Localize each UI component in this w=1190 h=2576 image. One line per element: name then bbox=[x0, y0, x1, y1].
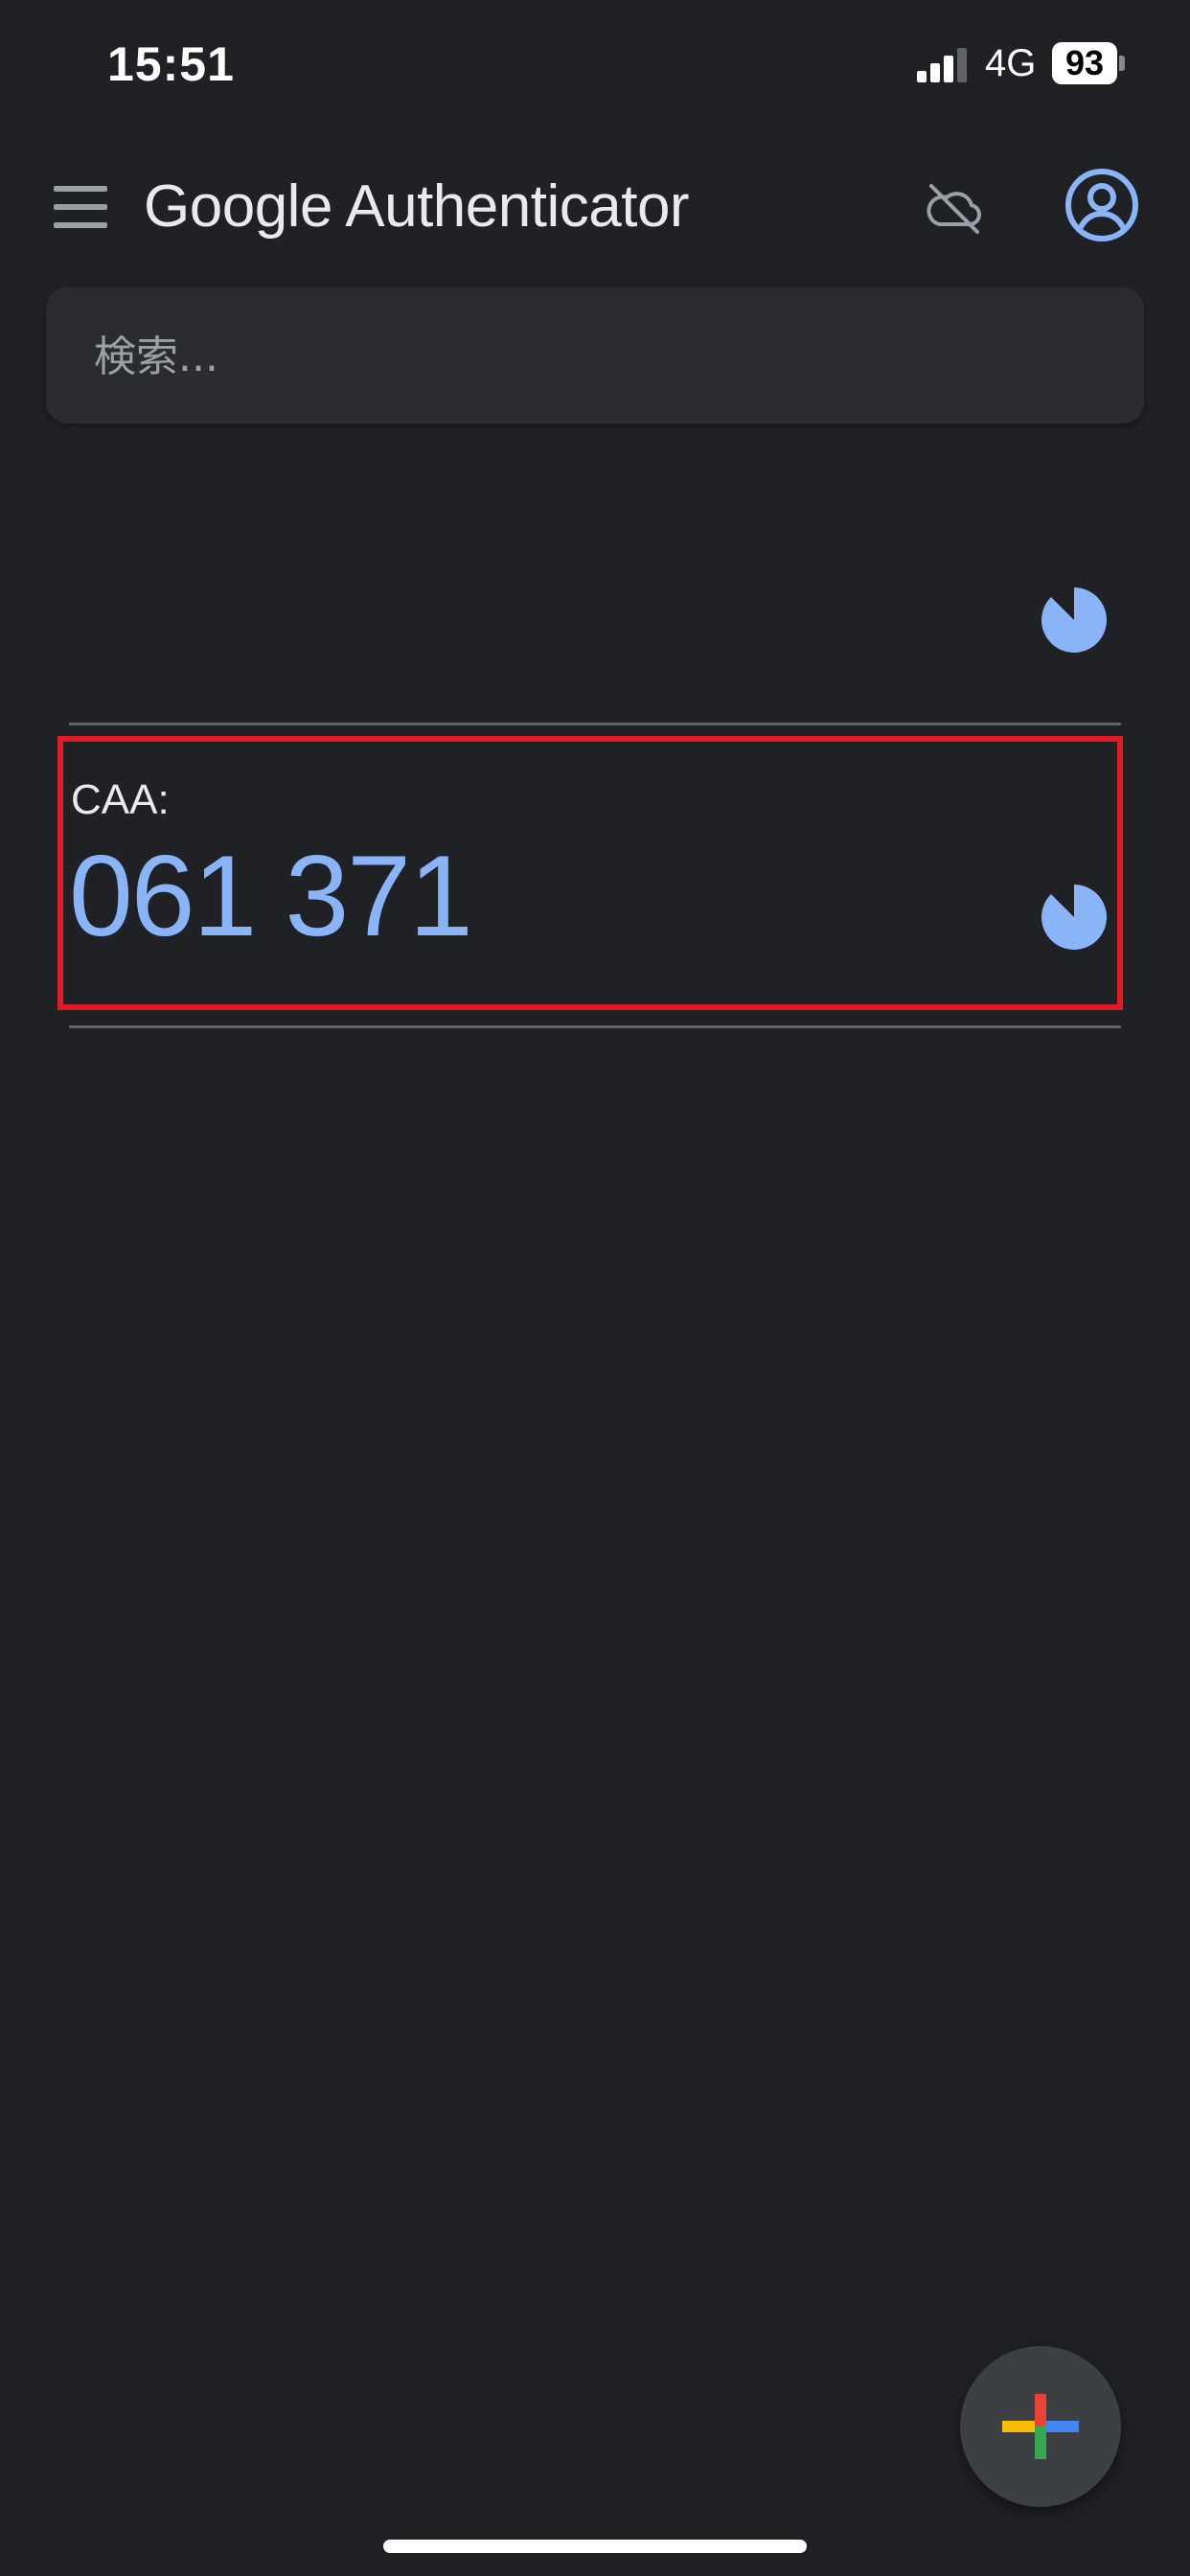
menu-icon[interactable] bbox=[54, 186, 107, 228]
countdown-timer-icon bbox=[1041, 885, 1108, 950]
account-entry[interactable]: CAA: 061 371 bbox=[69, 738, 1123, 1016]
status-bar: 15:51 4G 93 bbox=[0, 0, 1190, 134]
status-time: 15:51 bbox=[107, 37, 235, 91]
signal-icon bbox=[917, 48, 967, 82]
battery-icon: 93 bbox=[1052, 42, 1125, 84]
divider bbox=[69, 1025, 1121, 1028]
cloud-off-icon[interactable] bbox=[924, 178, 985, 240]
divider bbox=[69, 723, 1121, 725]
authenticator-screen: 15:51 4G 93 Google Authenticator 検索... C… bbox=[0, 0, 1190, 2576]
countdown-timer-icon bbox=[1041, 587, 1108, 653]
search-input[interactable] bbox=[92, 322, 1092, 391]
otp-code[interactable]: 061 371 bbox=[69, 830, 473, 962]
account-entry[interactable] bbox=[69, 498, 1123, 728]
app-title: Google Authenticator bbox=[144, 173, 690, 240]
battery-level: 93 bbox=[1052, 42, 1117, 84]
network-label: 4G bbox=[985, 42, 1037, 84]
battery-cap bbox=[1119, 56, 1125, 71]
account-circle-icon[interactable] bbox=[1064, 167, 1140, 243]
home-indicator bbox=[383, 2540, 807, 2553]
add-icon bbox=[1002, 2394, 1079, 2459]
add-account-button[interactable] bbox=[960, 2346, 1121, 2507]
app-bar: Google Authenticator bbox=[0, 144, 1190, 278]
search-bar bbox=[46, 288, 1144, 424]
account-name: CAA: bbox=[71, 776, 170, 823]
